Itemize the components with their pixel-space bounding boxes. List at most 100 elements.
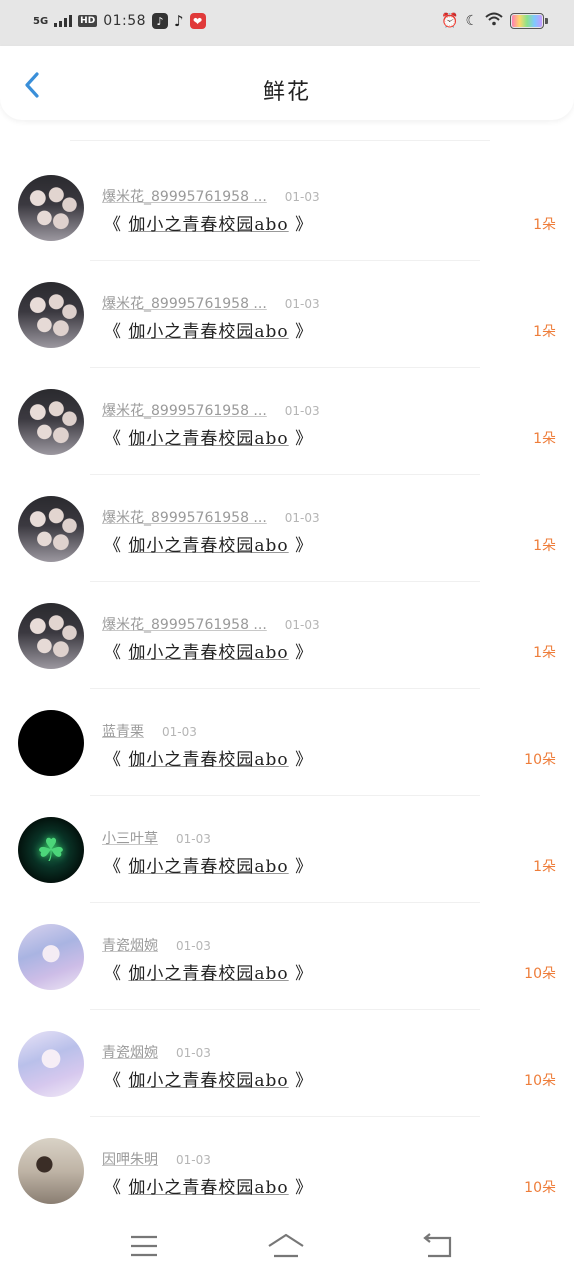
book-title[interactable]: 《 伽小之青春校园abo 》 bbox=[104, 531, 313, 556]
username[interactable]: 小三叶草 bbox=[102, 828, 158, 848]
status-right: ⏰ ☾ bbox=[441, 12, 548, 30]
book-quote-close: 》 bbox=[288, 215, 314, 235]
gift-row[interactable]: 蓝青栗 01-03 《 伽小之青春校园abo 》 10朵 bbox=[0, 689, 574, 796]
book-name: 伽小之青春校园abo bbox=[128, 750, 289, 770]
username[interactable]: 爆米花_89995761958 ... bbox=[102, 507, 267, 527]
book-title[interactable]: 《 伽小之青春校园abo 》 bbox=[104, 210, 313, 235]
avatar[interactable] bbox=[18, 282, 84, 348]
book-quote-close: 》 bbox=[288, 857, 314, 877]
book-name: 伽小之青春校园abo bbox=[128, 643, 289, 663]
book-title[interactable]: 《 伽小之青春校园abo 》 bbox=[104, 424, 313, 449]
book-name: 伽小之青春校园abo bbox=[128, 1178, 289, 1198]
book-name: 伽小之青春校园abo bbox=[128, 215, 289, 235]
gift-row[interactable]: 因呷朱明 01-03 《 伽小之青春校园abo 》 10朵 bbox=[0, 1117, 574, 1212]
nav-menu-button[interactable] bbox=[124, 1230, 164, 1262]
book-quote-close: 》 bbox=[288, 643, 314, 663]
book-title[interactable]: 《 伽小之青春校园abo 》 bbox=[104, 638, 313, 663]
book-quote-open: 《 bbox=[104, 215, 129, 235]
username[interactable]: 爆米花_89995761958 ... bbox=[102, 400, 267, 420]
system-navigation-bar bbox=[0, 1212, 574, 1280]
gift-date: 01-03 bbox=[176, 1046, 211, 1060]
gift-date: 01-03 bbox=[284, 190, 320, 204]
gift-meta: 爆米花_89995761958 ... 01-03 bbox=[102, 293, 320, 313]
avatar[interactable] bbox=[18, 175, 84, 241]
username[interactable]: 青瓷烟婉 bbox=[102, 935, 158, 955]
wifi-icon bbox=[485, 12, 503, 30]
gift-meta: 爆米花_89995761958 ... 01-03 bbox=[102, 400, 320, 420]
book-name: 伽小之青春校园abo bbox=[128, 322, 289, 342]
book-name: 伽小之青春校园abo bbox=[128, 857, 289, 877]
home-icon bbox=[268, 1233, 304, 1258]
gift-meta: 因呷朱明 01-03 bbox=[102, 1149, 211, 1169]
book-name: 伽小之青春校园abo bbox=[128, 536, 289, 556]
gift-row[interactable]: 青瓷烟婉 01-03 《 伽小之青春校园abo 》 10朵 bbox=[0, 1010, 574, 1117]
page-title: 鲜花 bbox=[262, 80, 311, 105]
book-title[interactable]: 《 伽小之青春校园abo 》 bbox=[104, 1066, 313, 1091]
book-title[interactable]: 《 伽小之青春校园abo 》 bbox=[104, 959, 313, 984]
book-quote-open: 《 bbox=[104, 750, 129, 770]
alarm-icon: ⏰ bbox=[441, 13, 459, 29]
do-not-disturb-moon-icon: ☾ bbox=[465, 13, 478, 29]
status-bar: 5G HD 01:58 ♪ ♪ ❤ ⏰ ☾ bbox=[0, 0, 574, 46]
battery-icon bbox=[510, 13, 548, 29]
flower-amount: 10朵 bbox=[524, 1180, 556, 1196]
gift-row[interactable]: 爆米花_89995761958 ... 01-03 《 伽小之青春校园abo 》 1朵 bbox=[0, 368, 574, 475]
avatar[interactable] bbox=[18, 603, 84, 669]
nav-back-button[interactable] bbox=[418, 1230, 458, 1262]
avatar[interactable] bbox=[18, 1138, 84, 1204]
gift-date: 01-03 bbox=[284, 404, 320, 418]
flower-amount: 1朵 bbox=[533, 431, 556, 447]
flower-amount: 10朵 bbox=[524, 752, 556, 768]
gift-row[interactable]: 青瓷烟婉 01-03 《 伽小之青春校园abo 》 10朵 bbox=[0, 903, 574, 1010]
gift-row[interactable]: 爆米花_89995761958 ... 01-03 《 伽小之青春校园abo 》 1朵 bbox=[0, 261, 574, 368]
gift-date: 01-03 bbox=[284, 511, 320, 525]
username[interactable]: 蓝青栗 bbox=[102, 721, 144, 741]
avatar[interactable] bbox=[18, 710, 84, 776]
book-quote-open: 《 bbox=[104, 429, 129, 449]
book-title[interactable]: 《 伽小之青春校园abo 》 bbox=[104, 1173, 313, 1198]
book-quote-open: 《 bbox=[104, 1178, 129, 1198]
flower-amount: 1朵 bbox=[533, 324, 556, 340]
avatar[interactable] bbox=[18, 496, 84, 562]
status-left: 5G HD 01:58 ♪ ♪ ❤ bbox=[33, 12, 206, 30]
gift-row[interactable]: 爆米花_89995761958 ... 01-03 《 伽小之青春校园abo 》 1朵 bbox=[0, 475, 574, 582]
clover-icon: ☘ bbox=[36, 831, 66, 869]
nav-home-button[interactable] bbox=[266, 1230, 306, 1262]
return-icon bbox=[423, 1233, 452, 1258]
flower-amount: 1朵 bbox=[533, 645, 556, 661]
gift-meta: 青瓷烟婉 01-03 bbox=[102, 1042, 211, 1062]
book-title[interactable]: 《 伽小之青春校园abo 》 bbox=[104, 317, 313, 342]
flower-amount: 1朵 bbox=[533, 538, 556, 554]
book-quote-close: 》 bbox=[288, 1178, 314, 1198]
username[interactable]: 爆米花_89995761958 ... bbox=[102, 293, 267, 313]
gift-meta: 小三叶草 01-03 bbox=[102, 828, 211, 848]
username[interactable]: 爆米花_89995761958 ... bbox=[102, 186, 267, 206]
gift-list[interactable]: 爆米花_89995761958 ... 01-03 《 伽小之青春校园abo 》 1朵… bbox=[0, 120, 574, 1212]
username[interactable]: 青瓷烟婉 bbox=[102, 1042, 158, 1062]
gift-date: 01-03 bbox=[176, 939, 211, 953]
avatar[interactable] bbox=[18, 389, 84, 455]
gift-row[interactable]: 爆米花_89995761958 ... 01-03 《 伽小之青春校园abo 》 1朵 bbox=[0, 154, 574, 261]
book-quote-close: 》 bbox=[288, 322, 314, 342]
gift-meta: 蓝青栗 01-03 bbox=[102, 721, 197, 741]
signal-icon bbox=[54, 15, 73, 27]
book-quote-open: 《 bbox=[104, 857, 129, 877]
username[interactable]: 因呷朱明 bbox=[102, 1149, 158, 1169]
avatar[interactable] bbox=[18, 1031, 84, 1097]
avatar[interactable]: ☘ bbox=[18, 817, 84, 883]
clock: 01:58 bbox=[103, 13, 147, 29]
hd-badge: HD bbox=[78, 15, 98, 27]
book-quote-close: 》 bbox=[288, 964, 314, 984]
gift-row[interactable]: ☘ 小三叶草 01-03 《 伽小之青春校园abo 》 1朵 bbox=[0, 796, 574, 903]
username[interactable]: 爆米花_89995761958 ... bbox=[102, 614, 267, 634]
book-quote-open: 《 bbox=[104, 1071, 129, 1091]
gift-date: 01-03 bbox=[284, 297, 320, 311]
flower-amount: 1朵 bbox=[533, 859, 556, 875]
avatar[interactable] bbox=[18, 924, 84, 990]
book-quote-close: 》 bbox=[288, 1071, 314, 1091]
menu-icon bbox=[131, 1235, 157, 1257]
book-title[interactable]: 《 伽小之青春校园abo 》 bbox=[104, 745, 313, 770]
book-title[interactable]: 《 伽小之青春校园abo 》 bbox=[104, 852, 313, 877]
gift-row[interactable]: 爆米花_89995761958 ... 01-03 《 伽小之青春校园abo 》 1朵 bbox=[0, 582, 574, 689]
book-quote-open: 《 bbox=[104, 322, 129, 342]
